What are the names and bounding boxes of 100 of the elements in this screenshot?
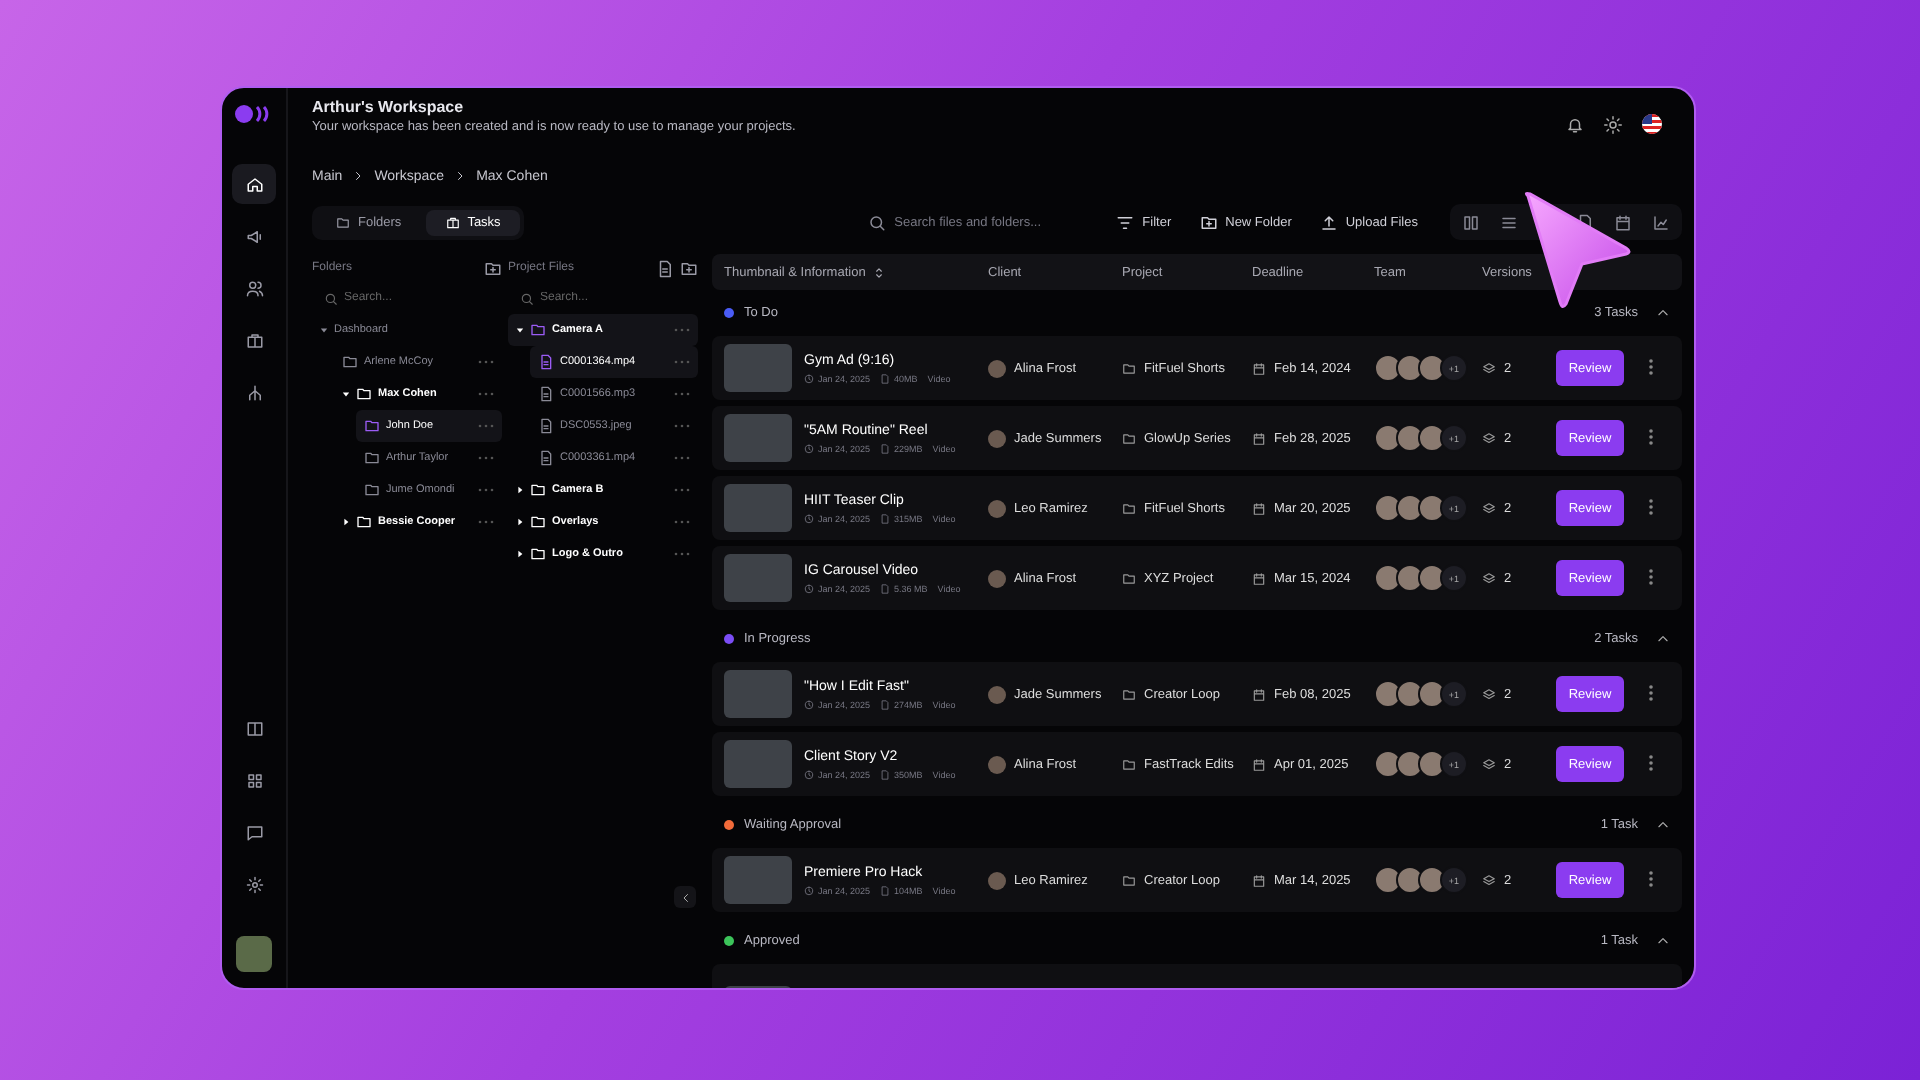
chevron-right-icon	[352, 170, 365, 182]
video-thumbnail-placeholder	[724, 484, 792, 532]
team-avatar	[1374, 680, 1402, 708]
kebab-menu-icon[interactable]	[1648, 497, 1654, 515]
chevron-up-icon	[1656, 632, 1670, 646]
clock-icon	[804, 373, 814, 383]
more-icon[interactable]	[478, 518, 494, 526]
layers-icon	[1482, 431, 1496, 445]
team-avatar	[1396, 564, 1424, 592]
search-icon	[520, 291, 534, 305]
add-folder-icon	[680, 259, 698, 277]
more-icon[interactable]	[478, 358, 494, 366]
folder-icon	[1122, 873, 1136, 887]
chevron-up-icon	[1656, 306, 1670, 320]
kebab-menu-icon[interactable]	[1648, 869, 1654, 887]
profile-avatar[interactable]	[236, 936, 272, 972]
sort-icon	[871, 265, 886, 279]
team-avatar	[1418, 750, 1446, 778]
folder-icon	[1122, 687, 1136, 701]
layers-icon	[1482, 501, 1496, 515]
more-icon[interactable]	[478, 422, 494, 430]
users-icon	[245, 279, 263, 297]
team-avatar	[1418, 564, 1446, 592]
hierarchy-icon	[245, 383, 263, 401]
calendar-icon	[1252, 571, 1266, 585]
video-thumbnail-placeholder	[724, 344, 792, 392]
clock-icon	[804, 513, 814, 523]
file-icon	[538, 450, 554, 466]
file-size-icon	[880, 769, 891, 779]
more-icon[interactable]	[674, 326, 690, 334]
more-icon[interactable]	[674, 550, 690, 558]
kebab-menu-icon[interactable]	[1648, 357, 1654, 375]
client-avatar	[988, 569, 1006, 587]
file-icon	[538, 354, 554, 370]
file-size-icon	[880, 373, 891, 383]
chevron-left-icon	[679, 891, 691, 903]
more-icon[interactable]	[674, 390, 690, 398]
file-size-icon	[880, 513, 891, 523]
client-avatar	[988, 429, 1006, 447]
team-avatar	[1374, 564, 1402, 592]
more-icon[interactable]	[674, 518, 690, 526]
video-thumbnail-placeholder	[724, 740, 792, 788]
folder-icon	[1122, 431, 1136, 445]
layers-icon	[1482, 873, 1496, 887]
briefcase-icon	[245, 331, 263, 349]
calendar-icon	[1252, 431, 1266, 445]
clock-icon	[804, 443, 814, 453]
kebab-menu-icon[interactable]	[1648, 427, 1654, 445]
briefcase-icon	[445, 215, 460, 229]
layers-icon	[1482, 757, 1496, 771]
more-icon[interactable]	[478, 390, 494, 398]
team-avatar	[1374, 750, 1402, 778]
team-avatar	[1418, 866, 1446, 894]
file-icon	[538, 386, 554, 402]
flag-icon[interactable]	[1642, 114, 1662, 134]
layers-icon	[1482, 571, 1496, 585]
file-size-icon	[880, 699, 891, 709]
calendar-icon	[1252, 501, 1266, 515]
layers-icon	[1482, 361, 1496, 375]
folder-icon	[530, 322, 546, 338]
file-size-icon	[880, 583, 891, 593]
upload-icon	[1319, 213, 1338, 231]
team-avatar	[1418, 354, 1446, 382]
team-avatar	[1396, 750, 1424, 778]
filter-icon	[1116, 213, 1135, 231]
kebab-menu-icon[interactable]	[1648, 683, 1654, 701]
folder-icon	[1122, 501, 1136, 515]
chat-icon	[245, 823, 263, 841]
add-file-icon	[656, 259, 674, 277]
clock-icon	[804, 583, 814, 593]
team-avatar	[1418, 424, 1446, 452]
calendar-icon	[1252, 873, 1266, 887]
chevron-up-icon	[1656, 934, 1670, 948]
calendar-icon	[1252, 687, 1266, 701]
home-nav-button[interactable]	[232, 164, 276, 204]
team-avatar	[1396, 866, 1424, 894]
team-avatar	[1374, 354, 1402, 382]
more-icon[interactable]	[674, 422, 690, 430]
more-icon[interactable]	[478, 486, 494, 494]
chevron-up-icon	[1656, 818, 1670, 832]
team-avatar	[1396, 680, 1424, 708]
search-icon	[324, 291, 338, 305]
chevron-right-icon	[454, 170, 467, 182]
more-icon[interactable]	[674, 454, 690, 462]
client-avatar	[988, 359, 1006, 377]
clock-icon	[804, 699, 814, 709]
team-avatar	[1374, 424, 1402, 452]
team-avatar	[1396, 494, 1424, 522]
calendar-icon	[1614, 213, 1632, 231]
team-avatar	[1418, 680, 1446, 708]
folder-icon	[1122, 757, 1136, 771]
more-icon[interactable]	[478, 454, 494, 462]
more-icon[interactable]	[674, 358, 690, 366]
kebab-menu-icon[interactable]	[1648, 567, 1654, 585]
kebab-menu-icon[interactable]	[1648, 753, 1654, 771]
megaphone-icon	[245, 227, 263, 245]
more-icon[interactable]	[674, 486, 690, 494]
client-avatar	[988, 685, 1006, 703]
team-avatar	[1396, 354, 1424, 382]
file-size-icon	[880, 885, 891, 895]
